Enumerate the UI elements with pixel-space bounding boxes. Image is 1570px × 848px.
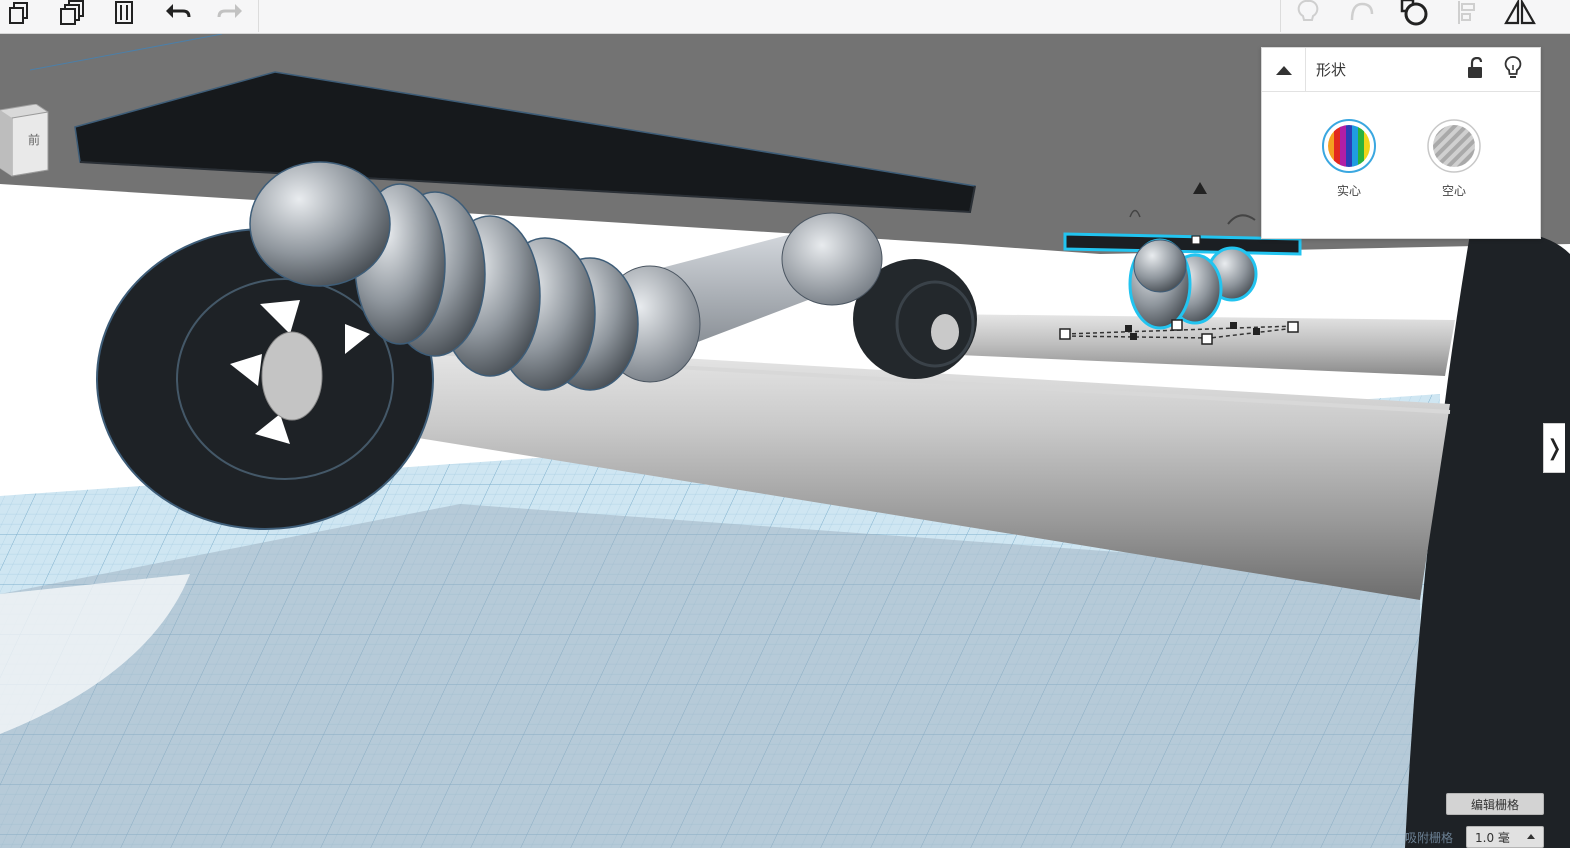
- snap-grid-select[interactable]: 1.0 毫: [1466, 826, 1544, 848]
- notes-button[interactable]: [1290, 0, 1326, 30]
- delete-button[interactable]: [106, 0, 142, 30]
- snap-grid-label: 吸附栅格: [1405, 831, 1454, 845]
- align-button[interactable]: [1450, 0, 1486, 30]
- panel-title: 形状: [1316, 61, 1347, 79]
- visibility-button[interactable]: [1500, 56, 1526, 84]
- chevron-right-icon: ❭: [1545, 435, 1564, 461]
- redo-button[interactable]: [212, 0, 248, 30]
- solid-option[interactable]: 实心: [1314, 118, 1384, 199]
- lightbulb-icon: [1504, 56, 1522, 84]
- collapse-panel-button[interactable]: [1262, 48, 1306, 92]
- duplicate-icon: [57, 0, 87, 30]
- copy-icon: [7, 0, 33, 30]
- rainbow-solid-icon: [1314, 118, 1384, 178]
- rear-wheel-hub: [931, 314, 959, 350]
- caret-up-icon: [1527, 834, 1535, 839]
- pipe-end-cap: [261, 331, 323, 421]
- view-cube-front-label: 前: [28, 132, 40, 147]
- toolbar-divider: [258, 0, 259, 32]
- shape-inspector-panel: 形状 实心 空心: [1261, 47, 1541, 239]
- expand-side-panel-button[interactable]: ❭: [1543, 423, 1565, 473]
- copy-button[interactable]: [2, 0, 38, 30]
- undo-icon: [163, 1, 193, 29]
- mirror-icon: [1503, 0, 1537, 31]
- tinkercad-editor: 前 形状 实心 空心 ❭ 编辑栅格 吸附栅格 1.0 毫: [0, 0, 1570, 848]
- duplicate-button[interactable]: [54, 0, 90, 30]
- edit-grid-button[interactable]: 编辑栅格: [1446, 793, 1544, 815]
- view-cube[interactable]: 前: [0, 103, 52, 186]
- trash-icon: [111, 0, 137, 30]
- unlock-icon: [1466, 56, 1484, 83]
- collapse-up-icon: [1275, 61, 1293, 80]
- hole-option[interactable]: 空心: [1419, 118, 1489, 199]
- striped-hole-icon: [1419, 118, 1489, 178]
- toolbar-divider: [1280, 0, 1281, 32]
- shock-ball-joint: [781, 212, 883, 306]
- mirror-button[interactable]: [1502, 0, 1538, 30]
- lock-button[interactable]: [1462, 56, 1488, 83]
- align-icon: [1456, 0, 1480, 30]
- redo-icon: [215, 1, 245, 29]
- ungroup-button[interactable]: [1396, 0, 1432, 30]
- top-toolbar: [0, 0, 1570, 34]
- group-button[interactable]: [1344, 0, 1380, 30]
- undo-button[interactable]: [160, 0, 196, 30]
- ungroup-icon: [1399, 0, 1429, 31]
- solid-label: 实心: [1336, 184, 1361, 198]
- lightbulb-icon: [1296, 0, 1320, 30]
- panel-header: 形状: [1262, 48, 1540, 92]
- snap-grid-value: 1.0 毫: [1475, 830, 1510, 845]
- hole-label: 空心: [1441, 184, 1466, 198]
- group-icon: [1348, 0, 1376, 30]
